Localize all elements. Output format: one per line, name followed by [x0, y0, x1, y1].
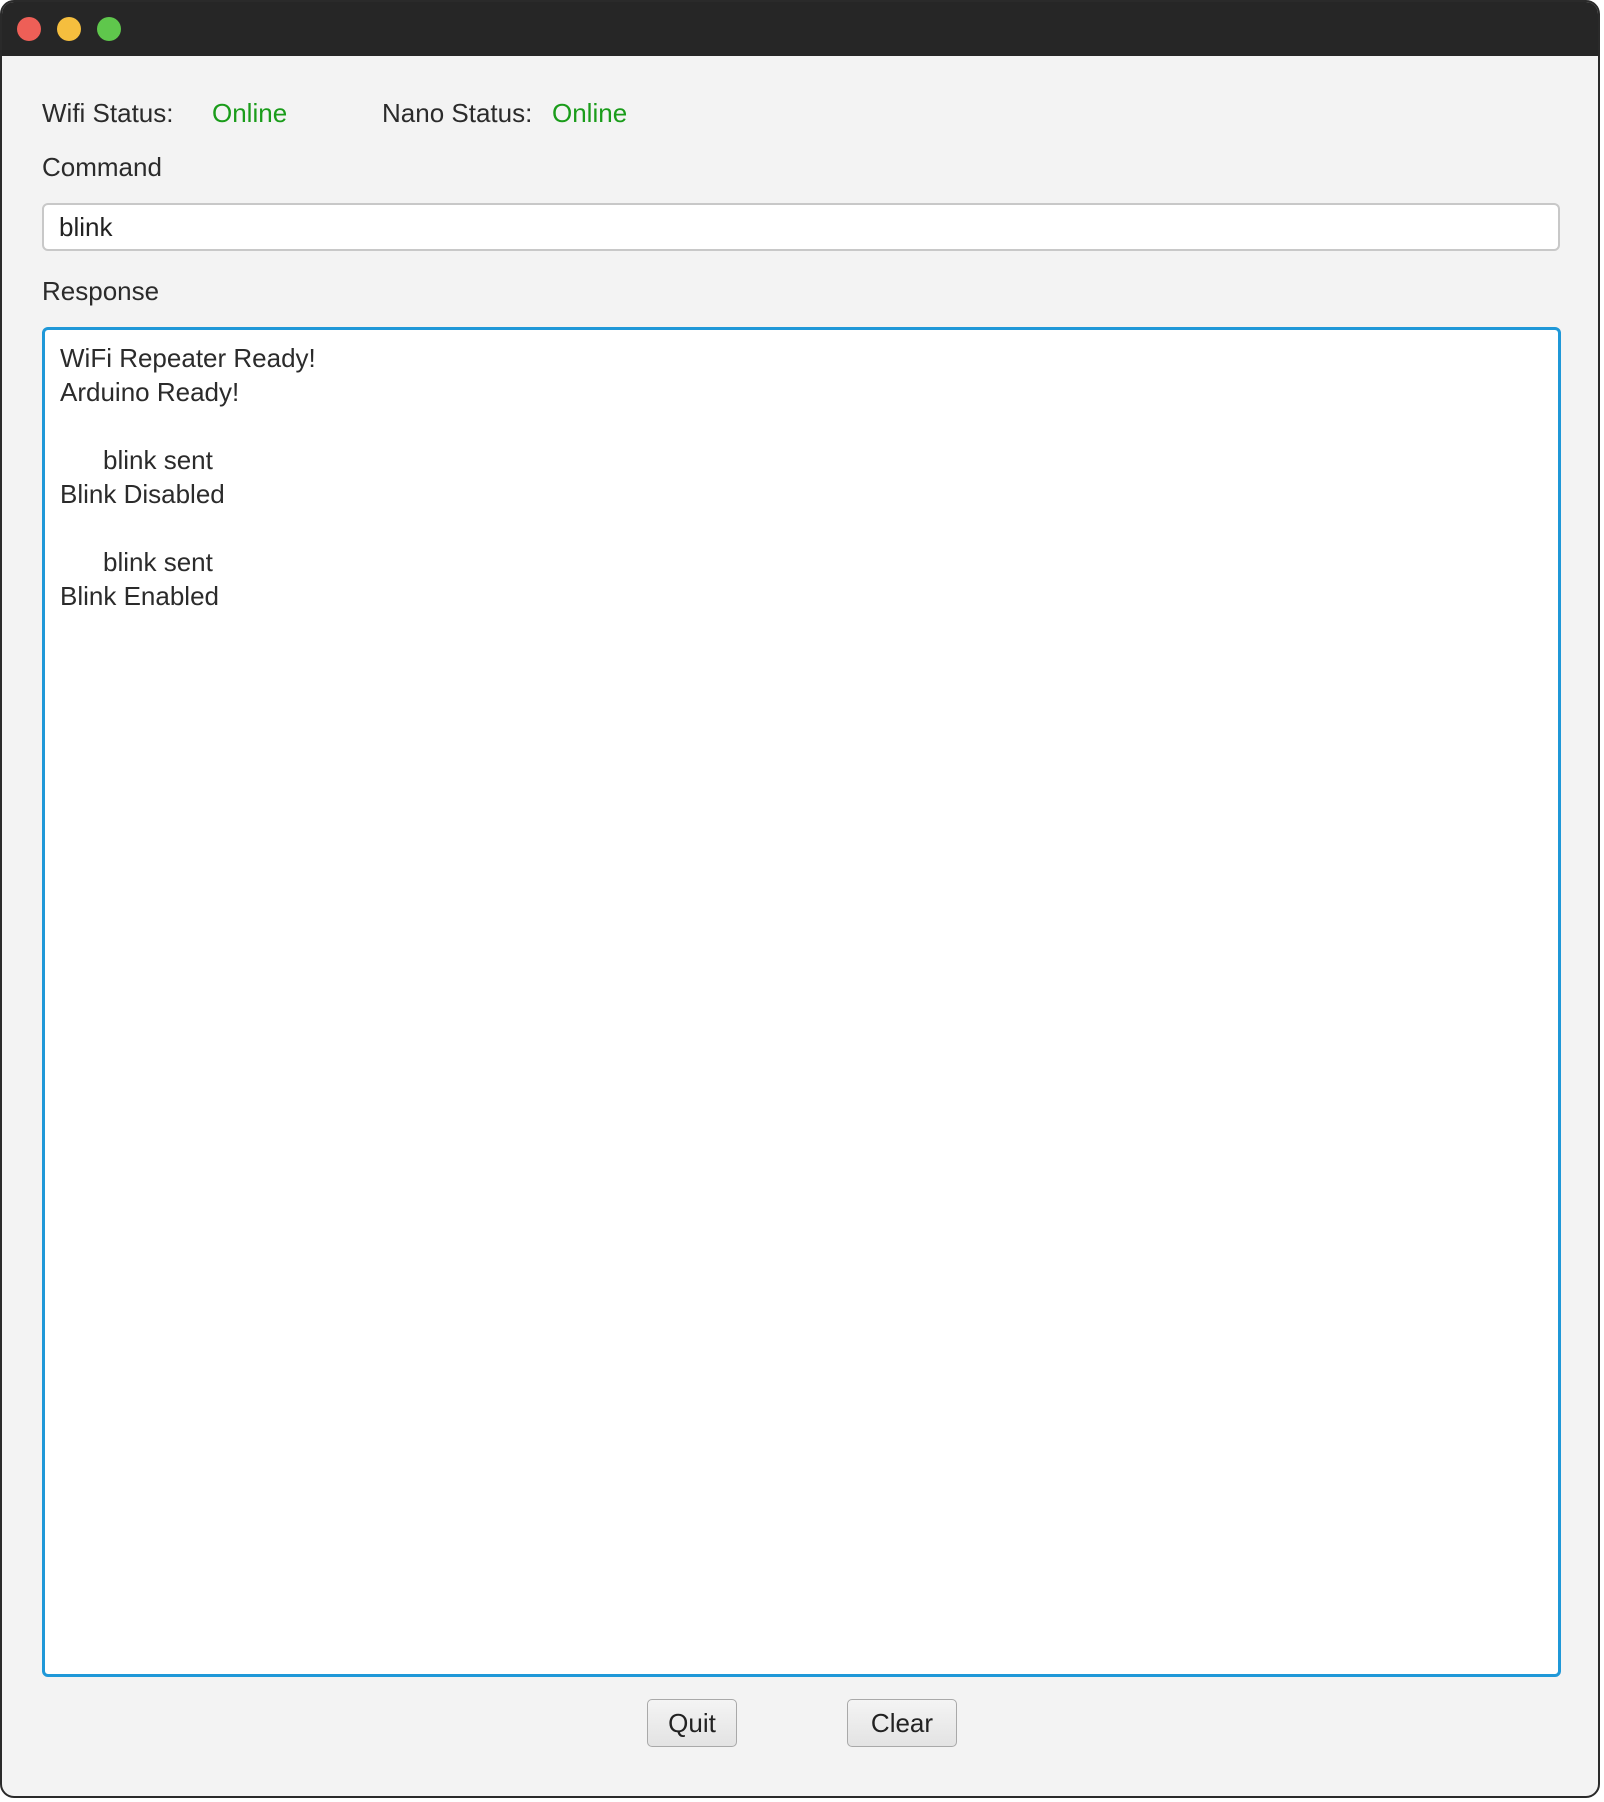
response-line: WiFi Repeater Ready!: [60, 343, 316, 373]
response-line: Blink Enabled: [60, 581, 219, 611]
command-label: Command: [42, 152, 162, 182]
response-line: blink sent: [103, 547, 213, 577]
wifi-status-value: Online: [212, 98, 288, 128]
response-line: [60, 409, 1543, 443]
app-window: Wifi Status: Online Nano Status: Online …: [0, 0, 1600, 1798]
nano-status-value: Online: [552, 98, 628, 128]
command-input[interactable]: [42, 203, 1560, 251]
close-icon[interactable]: [17, 17, 41, 41]
title-bar: [2, 2, 1598, 56]
minimize-icon[interactable]: [57, 17, 81, 41]
response-label: Response: [42, 276, 160, 306]
nano-status-label: Nano Status:: [382, 98, 533, 128]
clear-button[interactable]: Clear: [847, 1699, 957, 1747]
response-textarea[interactable]: WiFi Repeater Ready! Arduino Ready! blin…: [42, 327, 1561, 1677]
quit-button[interactable]: Quit: [647, 1699, 737, 1747]
zoom-icon[interactable]: [97, 17, 121, 41]
response-line: Arduino Ready!: [60, 377, 240, 407]
response-line: blink sent: [103, 445, 213, 475]
wifi-status-label: Wifi Status:: [42, 98, 174, 128]
response-line: Blink Disabled: [60, 479, 225, 509]
response-line: [60, 511, 1543, 545]
